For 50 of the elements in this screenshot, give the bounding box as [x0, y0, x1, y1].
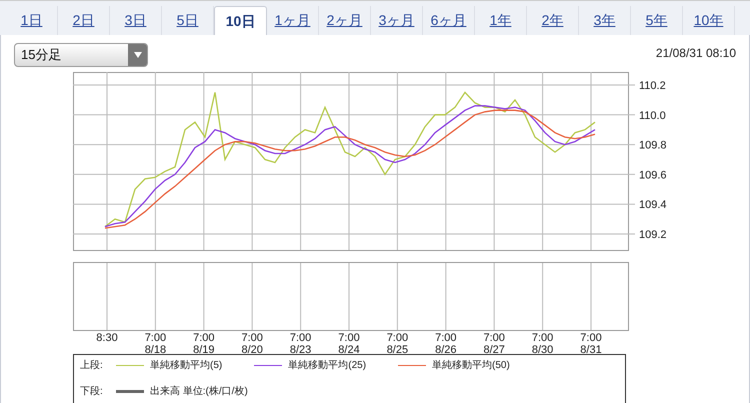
y-axis-label: 109.2	[639, 229, 667, 242]
period-tab[interactable]: 10年	[683, 6, 735, 35]
x-axis-time-label: 7:00	[338, 332, 360, 344]
x-axis-time-label: 8:30	[96, 332, 118, 344]
y-axis-label: 109.8	[639, 140, 667, 152]
x-axis-time-label: 7:00	[580, 332, 602, 344]
x-axis-time-label: 7:00	[484, 332, 505, 344]
legend-text: 単純移動平均(5)	[150, 358, 222, 372]
interval-dropdown[interactable]: 15分足	[14, 43, 148, 67]
x-axis-date-label: 8/18	[144, 344, 166, 354]
period-tab[interactable]: 2日	[58, 6, 110, 35]
period-tab[interactable]: 2ヶ月	[319, 6, 371, 35]
x-axis-date-label: 8/26	[435, 344, 456, 354]
legend-label: 上段:	[80, 358, 104, 372]
period-tab[interactable]: 1日	[6, 6, 58, 35]
period-tab[interactable]: 3日	[110, 6, 162, 35]
y-axis-label: 110.0	[639, 110, 666, 122]
dropdown-caret-icon	[128, 44, 147, 66]
y-axis-label: 109.6	[639, 169, 667, 182]
legend-text: 単純移動平均(25)	[288, 358, 366, 372]
period-tab[interactable]: 2年	[527, 6, 579, 35]
timestamp: 21/08/31 08:10	[656, 45, 736, 62]
legend-label: 下段:	[80, 384, 104, 398]
period-tab[interactable]: 5年	[631, 6, 683, 35]
x-axis-date-label: 8/19	[193, 344, 214, 354]
period-tab[interactable]: 3ヶ月	[371, 6, 423, 35]
period-tab[interactable]: 3年	[579, 6, 631, 35]
period-tab[interactable]: 10日	[214, 6, 267, 35]
period-tab[interactable]: 6ヶ月	[423, 6, 475, 35]
legend-text: 単純移動平均(50)	[432, 358, 510, 372]
x-axis-time-label: 7:00	[193, 332, 214, 344]
legend-text: 出来高 単位:(株/口/枚)	[150, 384, 248, 398]
dropdown-value: 15分足	[20, 46, 62, 64]
x-axis-date-label: 8/23	[290, 344, 312, 354]
period-tab[interactable]: 1ヶ月	[267, 6, 319, 35]
y-axis-label: 109.4	[639, 199, 667, 212]
x-axis-time-label: 7:00	[290, 332, 312, 344]
x-axis-date-label: 8/24	[338, 344, 360, 354]
x-axis-time-label: 7:00	[386, 332, 408, 344]
x-axis-date-label: 8/30	[532, 344, 554, 354]
x-axis-time-label: 7:00	[242, 332, 263, 344]
period-tab[interactable]: 1年	[475, 6, 527, 35]
x-axis-time-label: 7:00	[532, 332, 554, 344]
x-axis-date-label: 8/25	[386, 344, 408, 354]
x-axis-date-label: 8/27	[484, 344, 505, 354]
x-axis-date-label: 8/31	[580, 344, 602, 354]
x-axis-time-label: 7:00	[144, 332, 166, 344]
y-axis-label: 110.2	[639, 80, 666, 92]
x-axis-time-label: 7:00	[435, 332, 456, 344]
x-axis-date-label: 8/20	[242, 344, 263, 354]
